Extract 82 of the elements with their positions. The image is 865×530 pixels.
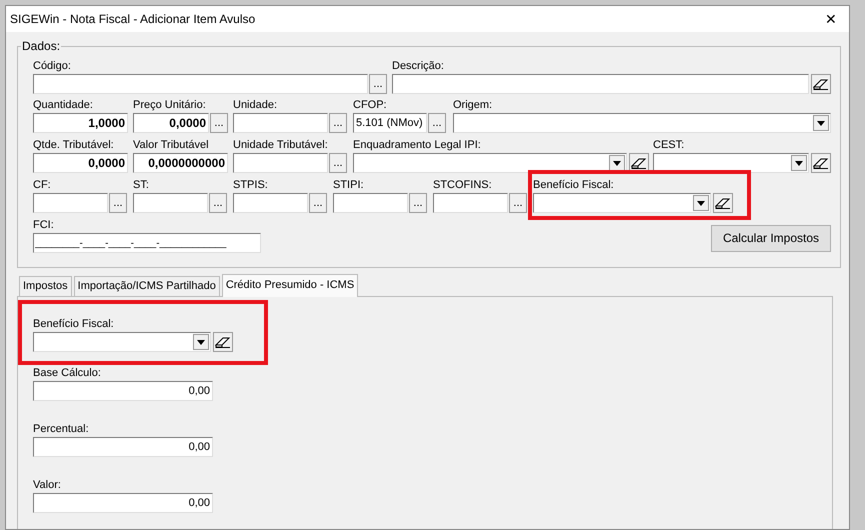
- dropdown-button[interactable]: [609, 155, 625, 171]
- eraser-icon: [715, 197, 731, 209]
- window-title: SIGEWin - Nota Fiscal - Adicionar Item Avulso: [10, 12, 256, 26]
- field-label: Descrição:: [392, 59, 444, 74]
- input-field[interactable]: 0,00: [33, 437, 213, 457]
- clear-button[interactable]: [213, 332, 233, 352]
- lookup-button[interactable]: ...: [210, 113, 228, 133]
- tab[interactable]: Importação/ICMS Partilhado: [74, 276, 220, 296]
- input-field[interactable]: [233, 153, 328, 173]
- dropdown-button[interactable]: [193, 334, 209, 350]
- dropdown-button[interactable]: [813, 115, 829, 131]
- eraser-icon: [813, 157, 829, 169]
- caret-icon: [613, 160, 621, 166]
- lookup-button[interactable]: ...: [509, 193, 527, 213]
- lookup-button[interactable]: ...: [309, 193, 327, 213]
- field-label: Benefício Fiscal:: [33, 317, 114, 332]
- field-label: Quantidade:: [33, 98, 93, 113]
- input-field[interactable]: [33, 193, 108, 213]
- input-field[interactable]: [133, 193, 208, 213]
- combo-box[interactable]: [533, 193, 711, 213]
- lookup-button[interactable]: ...: [209, 193, 227, 213]
- input-field[interactable]: 5.101 (NMov): [353, 113, 427, 133]
- lookup-button[interactable]: ...: [409, 193, 427, 213]
- dropdown-button[interactable]: [791, 155, 807, 171]
- clear-button[interactable]: [713, 193, 733, 213]
- input-field[interactable]: 0,0000: [33, 153, 128, 173]
- input-field[interactable]: [233, 113, 328, 133]
- combo-box[interactable]: [453, 113, 831, 133]
- input-field[interactable]: 0,00: [33, 493, 213, 513]
- field-label: CEST:: [653, 138, 684, 153]
- calculate-button[interactable]: Calcular Impostos: [711, 225, 831, 252]
- tab[interactable]: Impostos: [19, 276, 72, 296]
- input-field[interactable]: 1,0000: [33, 113, 128, 133]
- combo-box[interactable]: [653, 153, 809, 173]
- input-field[interactable]: [333, 193, 408, 213]
- input-field[interactable]: 0,0000000000: [133, 153, 228, 173]
- field-label: FCI:: [33, 218, 54, 233]
- caret-icon: [697, 200, 705, 206]
- caret-icon: [817, 120, 825, 126]
- caret-icon: [197, 340, 205, 344]
- group-legend: Dados:: [21, 39, 62, 53]
- eraser-icon: [215, 336, 231, 348]
- lookup-button[interactable]: ...: [329, 153, 347, 173]
- field-label: Unidade:: [233, 98, 278, 113]
- eraser-icon: [631, 157, 647, 169]
- field-label: Preço Unitário:: [133, 98, 206, 113]
- input-field[interactable]: [392, 74, 809, 94]
- combo-box[interactable]: [353, 153, 627, 173]
- lookup-button[interactable]: ...: [428, 113, 446, 133]
- caret-icon: [795, 160, 803, 166]
- lookup-button[interactable]: ...: [329, 113, 347, 133]
- field-label: Código:: [33, 59, 71, 74]
- field-label: Valor Tributável: [133, 138, 209, 153]
- field-label: Base Cálculo:: [33, 366, 101, 381]
- combo-box[interactable]: [33, 332, 211, 352]
- field-label: Qtde. Tributável:: [33, 138, 114, 153]
- field-label: Unidade Tributável:: [233, 138, 328, 153]
- input-field[interactable]: [433, 193, 508, 213]
- field-label: STIPI:: [333, 178, 364, 193]
- input-field[interactable]: [233, 193, 308, 213]
- lookup-button[interactable]: ...: [109, 193, 127, 213]
- dropdown-button[interactable]: [693, 195, 709, 211]
- eraser-icon: [813, 78, 829, 90]
- field-label: ST:: [133, 178, 149, 193]
- field-label: Origem:: [453, 98, 492, 113]
- field-label: Valor:: [33, 478, 61, 493]
- input-field[interactable]: [33, 74, 368, 94]
- field-label: Percentual:: [33, 422, 89, 437]
- input-field[interactable]: ________-____-____-____-____________: [33, 233, 261, 253]
- close-button[interactable]: ✕: [813, 7, 849, 31]
- field-label: CF:: [33, 178, 51, 193]
- tab[interactable]: Crédito Presumido - ICMS: [222, 274, 358, 297]
- field-label: CFOP:: [353, 98, 387, 113]
- field-label: Benefício Fiscal:: [533, 178, 614, 193]
- field-label: Enquadramento Legal IPI:: [353, 138, 481, 153]
- clear-button[interactable]: [811, 153, 831, 173]
- field-label: STPIS:: [233, 178, 268, 193]
- field-label: STCOFINS:: [433, 178, 492, 193]
- clear-button[interactable]: [811, 74, 831, 94]
- input-field[interactable]: 0,00: [33, 381, 213, 401]
- input-field[interactable]: 0,0000: [133, 113, 209, 133]
- lookup-button[interactable]: ...: [369, 74, 387, 94]
